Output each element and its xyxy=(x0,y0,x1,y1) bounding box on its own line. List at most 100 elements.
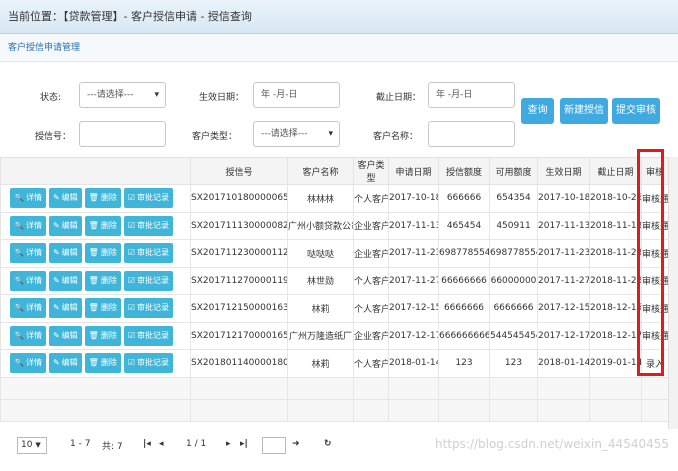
table-cell: 2017-12-17 xyxy=(537,321,590,350)
delete-button[interactable]: 🗑 删除 xyxy=(84,353,121,374)
action-label: 删除 xyxy=(100,248,117,258)
edit-button[interactable]: ✎ 编辑 xyxy=(48,353,82,374)
audit-log-button[interactable]: ☑ 审批记录 xyxy=(123,325,173,346)
table-row[interactable]: 🔍 详情 ✎ 编辑 🗑 删除 ☑ 审批记录 SX201710180000065 林林林 个人客户 20… xyxy=(0,184,669,213)
refresh-icon[interactable]: ↻ xyxy=(324,439,332,449)
credit-no-input[interactable] xyxy=(79,121,166,147)
edit-button[interactable]: ✎ 编辑 xyxy=(48,270,82,291)
table-cell: 6666666 xyxy=(489,294,538,323)
table-cell: 2017-12-15 xyxy=(537,294,590,323)
empty-cell xyxy=(0,376,191,400)
pager-total: 共: 7 xyxy=(102,442,123,452)
table-scrollbar[interactable] xyxy=(668,157,678,429)
action-label: 审批记录 xyxy=(137,358,169,368)
table-cell: 450911 xyxy=(489,211,538,240)
table-row[interactable]: 🔍 详情 ✎ 编辑 🗑 删除 ☑ 审批记录 SX201711270000119 林世勋 个人客户 20… xyxy=(0,266,669,295)
detail-button[interactable]: 🔍 详情 xyxy=(10,353,46,374)
table-row[interactable]: 🔍 详情 ✎ 编辑 🗑 删除 ☑ 审批记录 SX201711130000082 广州小额贷款公司企… xyxy=(0,211,669,240)
row-actions: 🔍 详情 ✎ 编辑 🗑 删除 ☑ 审批记录 xyxy=(0,349,191,378)
audit-log-button[interactable]: ☑ 审批记录 xyxy=(123,243,173,264)
checkbox-icon: ☑ xyxy=(127,248,135,258)
audit-log-button[interactable]: ☑ 审批记录 xyxy=(123,215,173,236)
table-cell: 个人客户 xyxy=(353,266,389,295)
edit-icon: ✎ xyxy=(52,358,60,368)
new-credit-button[interactable]: 新建授信 xyxy=(560,98,608,124)
detail-button[interactable]: 🔍 详情 xyxy=(10,215,46,236)
detail-button[interactable]: 🔍 详情 xyxy=(10,188,46,209)
customer-name-input[interactable] xyxy=(428,121,515,147)
trash-icon: 🗑 xyxy=(88,358,99,368)
delete-button[interactable]: 🗑 删除 xyxy=(84,215,121,236)
detail-button[interactable]: 🔍 详情 xyxy=(10,243,46,264)
audit-log-button[interactable]: ☑ 审批记录 xyxy=(123,188,173,209)
checkbox-icon: ☑ xyxy=(127,220,135,230)
delete-button[interactable]: 🗑 删除 xyxy=(84,270,121,291)
empty-cell xyxy=(438,376,490,400)
page-size-select[interactable]: 10 ▼ xyxy=(17,437,47,454)
detail-button[interactable]: 🔍 详情 xyxy=(10,298,46,319)
table-cell: 企业客户 xyxy=(353,211,389,240)
audit-log-button[interactable]: ☑ 审批记录 xyxy=(123,353,173,374)
table-row[interactable]: 🔍 详情 ✎ 编辑 🗑 删除 ☑ 审批记录 SX201711230000112 哒哒哒 企业客户 20… xyxy=(0,239,669,268)
customer-type-select[interactable]: ---请选择--- xyxy=(253,121,340,147)
empty-cell xyxy=(287,376,354,400)
table-header: 授信号 客户名称 客户类型 申请日期 授信额度 可用额度 生效日期 截止日期 审… xyxy=(0,157,669,185)
end-date-input[interactable]: 年 -月-日 xyxy=(428,82,515,108)
col-credit-amount: 授信额度 xyxy=(438,157,490,185)
table-cell: 个人客户 xyxy=(353,294,389,323)
last-page-icon[interactable]: ▸| xyxy=(240,439,248,449)
table-cell: 2017-11-27 xyxy=(388,266,439,295)
empty-cell xyxy=(353,398,389,422)
table-cell: 2017-11-27 xyxy=(537,266,590,295)
start-date-input[interactable]: 年 -月-日 xyxy=(253,82,340,108)
detail-button[interactable]: 🔍 详情 xyxy=(10,270,46,291)
table-cell: 广州万隆造纸厂 xyxy=(287,321,354,350)
row-actions: 🔍 详情 ✎ 编辑 🗑 删除 ☑ 审批记录 xyxy=(0,239,191,268)
table-row[interactable]: 🔍 详情 ✎ 编辑 🗑 删除 ☑ 审批记录 SX201712150000163 林莉 个人客户 201… xyxy=(0,294,669,323)
delete-button[interactable]: 🗑 删除 xyxy=(84,188,121,209)
search-icon: 🔍 xyxy=(14,303,24,313)
empty-cell xyxy=(537,376,590,400)
edit-button[interactable]: ✎ 编辑 xyxy=(48,243,82,264)
page-jump-input[interactable] xyxy=(262,437,286,454)
prev-page-icon[interactable]: ◂ xyxy=(159,439,164,449)
table-cell: 2018-01-14 xyxy=(537,349,590,378)
table-cell: 698778554 xyxy=(489,239,538,268)
table-cell: SX201801140000180 xyxy=(190,349,288,378)
first-page-icon[interactable]: |◂ xyxy=(143,439,151,449)
search-icon: 🔍 xyxy=(14,193,24,203)
empty-cell xyxy=(489,398,538,422)
audit-column-highlight xyxy=(637,149,664,376)
edit-button[interactable]: ✎ 编辑 xyxy=(48,188,82,209)
table-cell: 2018-01-14 xyxy=(388,349,439,378)
action-label: 审批记录 xyxy=(137,193,169,203)
audit-log-button[interactable]: ☑ 审批记录 xyxy=(123,270,173,291)
submit-audit-button[interactable]: 提交审核 xyxy=(612,98,660,124)
go-arrow-icon[interactable]: ➜ xyxy=(292,439,300,449)
next-page-icon[interactable]: ▸ xyxy=(226,439,231,449)
table-cell: 林林林 xyxy=(287,184,354,213)
audit-log-button[interactable]: ☑ 审批记录 xyxy=(123,298,173,319)
action-label: 编辑 xyxy=(61,303,78,313)
pager-range: 1 - 7 xyxy=(70,439,91,449)
status-select[interactable]: ---请选择--- xyxy=(79,82,166,108)
delete-button[interactable]: 🗑 删除 xyxy=(84,298,121,319)
col-apply-date: 申请日期 xyxy=(388,157,439,185)
action-label: 审批记录 xyxy=(137,330,169,340)
table-cell: 2019-01-14 xyxy=(589,349,642,378)
edit-icon: ✎ xyxy=(52,220,60,230)
query-button[interactable]: 查询 xyxy=(521,98,554,124)
checkbox-icon: ☑ xyxy=(127,193,135,203)
empty-cell xyxy=(641,376,669,400)
edit-button[interactable]: ✎ 编辑 xyxy=(48,325,82,346)
detail-button[interactable]: 🔍 详情 xyxy=(10,325,46,346)
table-cell: 2017-11-13 xyxy=(388,211,439,240)
table-cell: SX201710180000065 xyxy=(190,184,288,213)
table-row[interactable]: 🔍 详情 ✎ 编辑 🗑 删除 ☑ 审批记录 SX201801140000180 林莉 个人客户 201… xyxy=(0,349,669,378)
delete-button[interactable]: 🗑 删除 xyxy=(84,243,121,264)
delete-button[interactable]: 🗑 删除 xyxy=(84,325,121,346)
table-row[interactable]: 🔍 详情 ✎ 编辑 🗑 删除 ☑ 审批记录 SX201712170000165 广州万隆造纸厂 企业… xyxy=(0,321,669,350)
edit-button[interactable]: ✎ 编辑 xyxy=(48,298,82,319)
col-actions xyxy=(0,157,191,185)
edit-button[interactable]: ✎ 编辑 xyxy=(48,215,82,236)
